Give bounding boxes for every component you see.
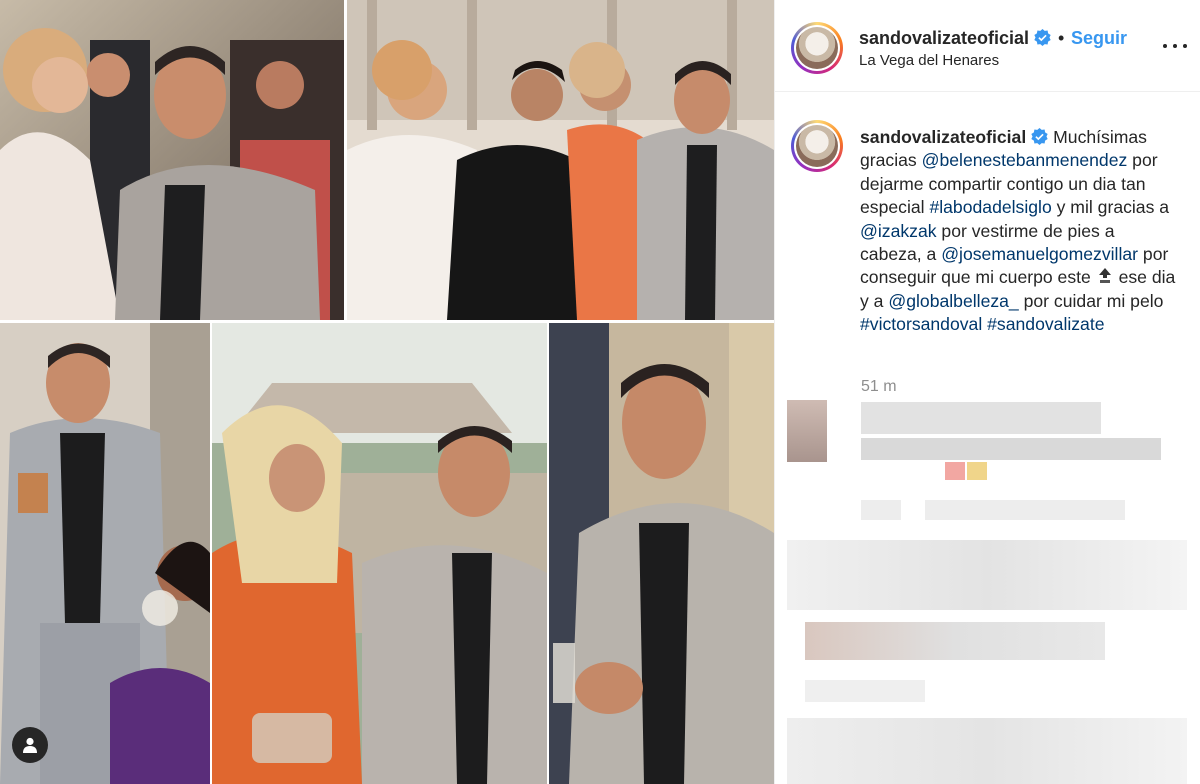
post-caption: sandovalizateoficial Muchísimas gracias … xyxy=(860,126,1180,337)
collage-photo-5 xyxy=(549,323,774,784)
caption-text-7: por cuidar mi pelo xyxy=(1018,290,1164,311)
collage-photo-1 xyxy=(0,0,344,320)
top-arrow-emoji-icon xyxy=(1098,268,1111,284)
post-location[interactable]: La Vega del Henares xyxy=(859,52,999,69)
post-side-panel: sandovalizateoficial • Seguir La Vega de… xyxy=(774,0,1200,784)
post-photo-collage[interactable] xyxy=(0,0,774,784)
hashtag-link[interactable]: #victorsandoval xyxy=(860,314,982,334)
post-timestamp[interactable]: 51 m xyxy=(861,378,897,396)
verified-badge-icon xyxy=(1031,128,1048,145)
post-header: sandovalizateoficial • Seguir La Vega de… xyxy=(775,0,1200,92)
more-options-icon[interactable] xyxy=(1163,38,1187,54)
collage-photo-2 xyxy=(347,0,774,320)
caption-username[interactable]: sandovalizateoficial xyxy=(860,127,1026,147)
mention-link[interactable]: @izakzak xyxy=(860,221,937,241)
mention-link[interactable]: @globalbelleza_ xyxy=(888,291,1018,311)
author-username-link[interactable]: sandovalizateoficial xyxy=(859,28,1051,49)
hashtag-link[interactable]: #sandovalizate xyxy=(987,314,1104,334)
mention-link[interactable]: @belenestebanmenendez xyxy=(922,150,1128,170)
caption-text-3: y mil gracias a xyxy=(1051,197,1170,218)
author-username: sandovalizateoficial xyxy=(859,28,1030,48)
follow-button[interactable]: Seguir xyxy=(1071,28,1127,49)
collage-photo-3 xyxy=(0,323,210,784)
caption-author-avatar[interactable] xyxy=(791,120,843,172)
author-avatar[interactable] xyxy=(791,22,843,74)
verified-badge-icon xyxy=(1034,29,1051,46)
header-separator: • xyxy=(1058,28,1065,48)
collage-photo-4 xyxy=(212,323,547,784)
user-tag-icon[interactable] xyxy=(12,727,48,763)
mention-link[interactable]: @josemanuelgomezvillar xyxy=(941,244,1138,264)
hashtag-link[interactable]: #labodadelsiglo xyxy=(929,197,1051,217)
